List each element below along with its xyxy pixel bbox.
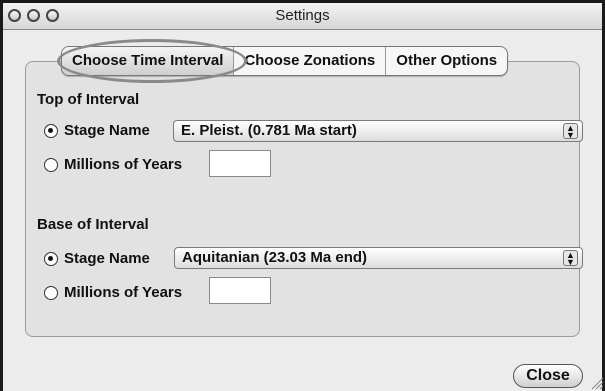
title-bar[interactable]: Settings (3, 3, 602, 30)
close-button[interactable]: Close (513, 364, 583, 388)
top-stage-select[interactable]: E. Pleist. (0.781 Ma start) ▲ ▼ (173, 120, 583, 142)
top-millions-years-input[interactable] (209, 150, 271, 177)
updown-arrows-icon: ▲ ▼ (563, 123, 578, 140)
radio-selected-icon (44, 251, 58, 266)
window-title: Settings (275, 7, 330, 24)
updown-arrows-icon: ▲ ▼ (563, 250, 578, 267)
base-millions-years-label: Millions of Years (64, 284, 183, 301)
top-stage-name-label: Stage Name (64, 122, 150, 139)
base-stage-select[interactable]: Aquitanian (23.03 Ma end) ▲ ▼ (174, 247, 583, 269)
radio-selected-icon (44, 123, 58, 138)
base-millions-years-radio[interactable]: Millions of Years (44, 284, 182, 301)
tab-choose-zonations[interactable]: Choose Zonations (233, 47, 385, 75)
settings-window: Settings Choose Time Interval Choose Zon… (0, 0, 605, 391)
tab-other-options[interactable]: Other Options (385, 47, 507, 75)
base-stage-value: Aquitanian (23.03 Ma end) (182, 249, 368, 266)
base-stage-name-label: Stage Name (64, 250, 150, 267)
radio-unselected-icon (44, 285, 58, 300)
resize-grip-icon[interactable] (588, 374, 604, 390)
radio-unselected-icon (44, 157, 58, 172)
top-millions-years-radio[interactable]: Millions of Years (44, 156, 182, 173)
base-interval-heading: Base of Interval (37, 216, 149, 233)
top-interval-heading: Top of Interval (37, 91, 140, 108)
base-millions-years-input[interactable] (209, 277, 271, 304)
top-stage-value: E. Pleist. (0.781 Ma start) (181, 122, 357, 139)
base-stage-name-radio[interactable]: Stage Name (44, 250, 150, 267)
top-stage-name-radio[interactable]: Stage Name (44, 122, 150, 139)
top-millions-years-label: Millions of Years (64, 156, 183, 173)
highlight-oval (57, 39, 247, 83)
